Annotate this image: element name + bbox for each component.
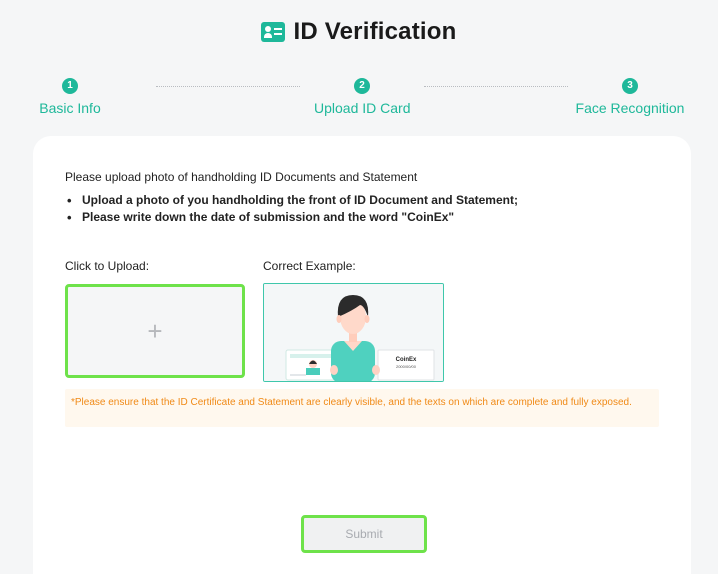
step-label: Face Recognition [575,100,685,116]
upload-dropzone[interactable]: + [65,284,245,378]
visibility-notice: *Please ensure that the ID Certificate a… [65,389,659,427]
step-label: Upload ID Card [314,100,411,116]
progress-steps: 1 Basic Info 2 Upload ID Card 3 Face Rec… [0,78,718,123]
submit-button[interactable]: Submit [301,515,427,553]
step-number: 3 [622,78,638,94]
upload-instructions: Please upload photo of handholding ID Do… [65,170,418,184]
statement-word: CoinEx [396,357,417,363]
example-image: CoinEx 2000/00/00 [263,283,444,382]
page-title: ID Verification [293,18,457,45]
example-label: Correct Example: [263,259,356,273]
statement-date: 2000/00/00 [396,364,417,369]
step-divider [156,86,300,87]
step-basic-info: 1 Basic Info [38,78,102,116]
upload-label: Click to Upload: [65,259,150,273]
upload-card: Please upload photo of handholding ID Do… [33,136,691,574]
requirement-list: Upload a photo of you handholding the fr… [65,192,518,226]
step-label: Basic Info [39,100,101,116]
step-number: 2 [354,78,370,94]
step-upload-id-card: 2 Upload ID Card [314,78,411,116]
id-card-icon [261,22,286,42]
page-header: ID Verification [0,18,718,46]
step-number: 1 [62,78,78,94]
example-illustration: CoinEx 2000/00/00 [264,284,443,381]
step-divider [424,86,568,87]
requirement-item: Upload a photo of you handholding the fr… [65,192,518,209]
step-face-recognition: 3 Face Recognition [574,78,686,116]
plus-icon: + [147,315,163,346]
requirement-item: Please write down the date of submission… [65,209,518,226]
